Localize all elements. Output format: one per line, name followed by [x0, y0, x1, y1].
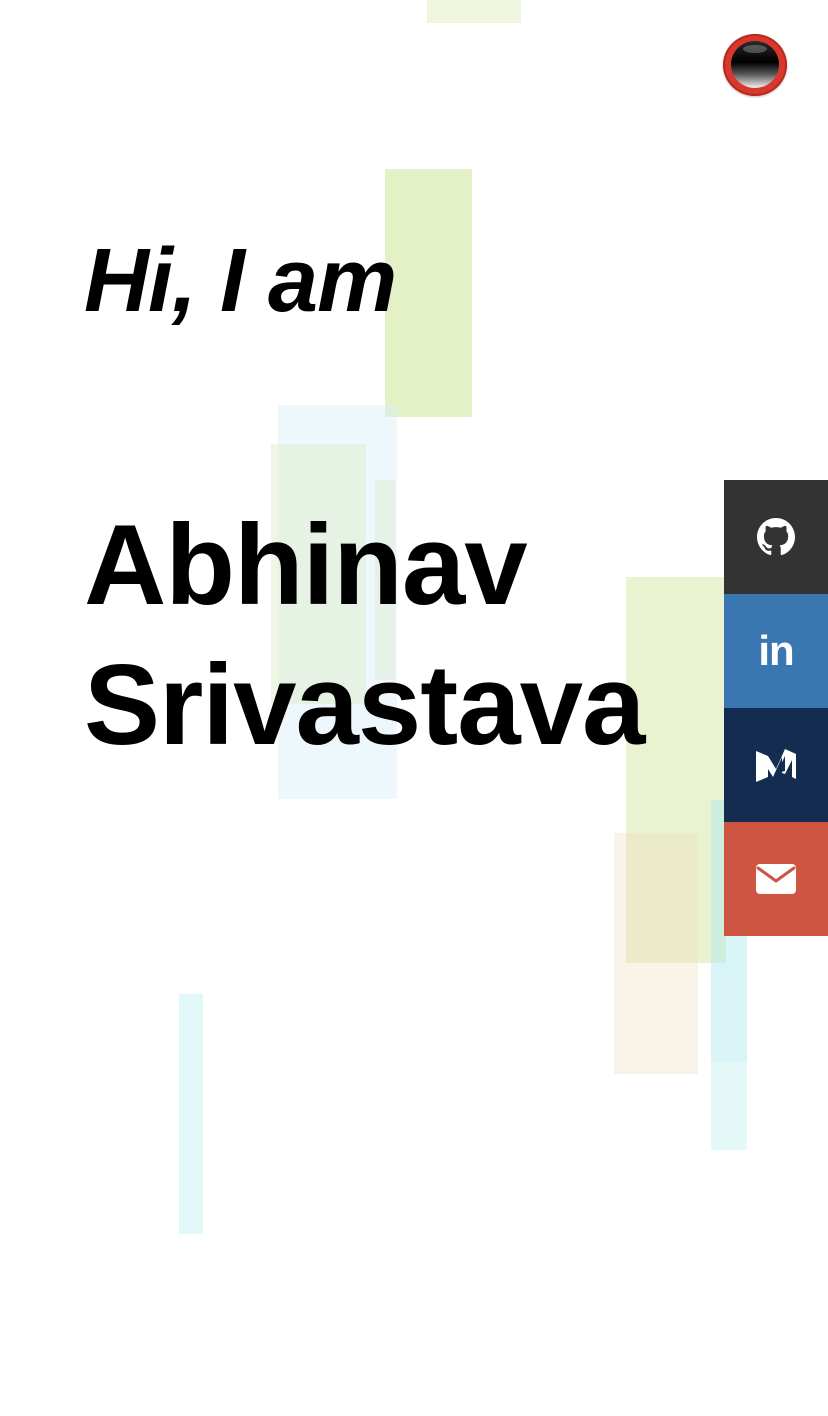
social-links-sidebar: in [724, 480, 828, 936]
decor-rect [385, 169, 472, 417]
github-icon [757, 518, 795, 556]
social-github-link[interactable] [724, 480, 828, 594]
orb-icon [731, 41, 779, 88]
last-name: Srivastava [84, 642, 645, 769]
decor-rect [179, 994, 203, 1234]
first-name: Abhinav [84, 502, 528, 629]
hero-name: Abhinav Srivastava [84, 496, 645, 776]
decor-rect [427, 0, 521, 23]
envelope-icon [756, 864, 796, 894]
social-email-link[interactable] [724, 822, 828, 936]
social-linkedin-link[interactable]: in [724, 594, 828, 708]
decor-rect [711, 1062, 747, 1150]
social-medium-link[interactable] [724, 708, 828, 822]
page: Hi, I am Abhinav Srivastava in [0, 0, 828, 1416]
greeting-text: Hi, I am [84, 231, 397, 331]
linkedin-icon: in [758, 627, 794, 674]
menu-orb-button[interactable] [723, 34, 787, 96]
decor-rect [614, 833, 698, 1074]
medium-icon [756, 749, 796, 782]
